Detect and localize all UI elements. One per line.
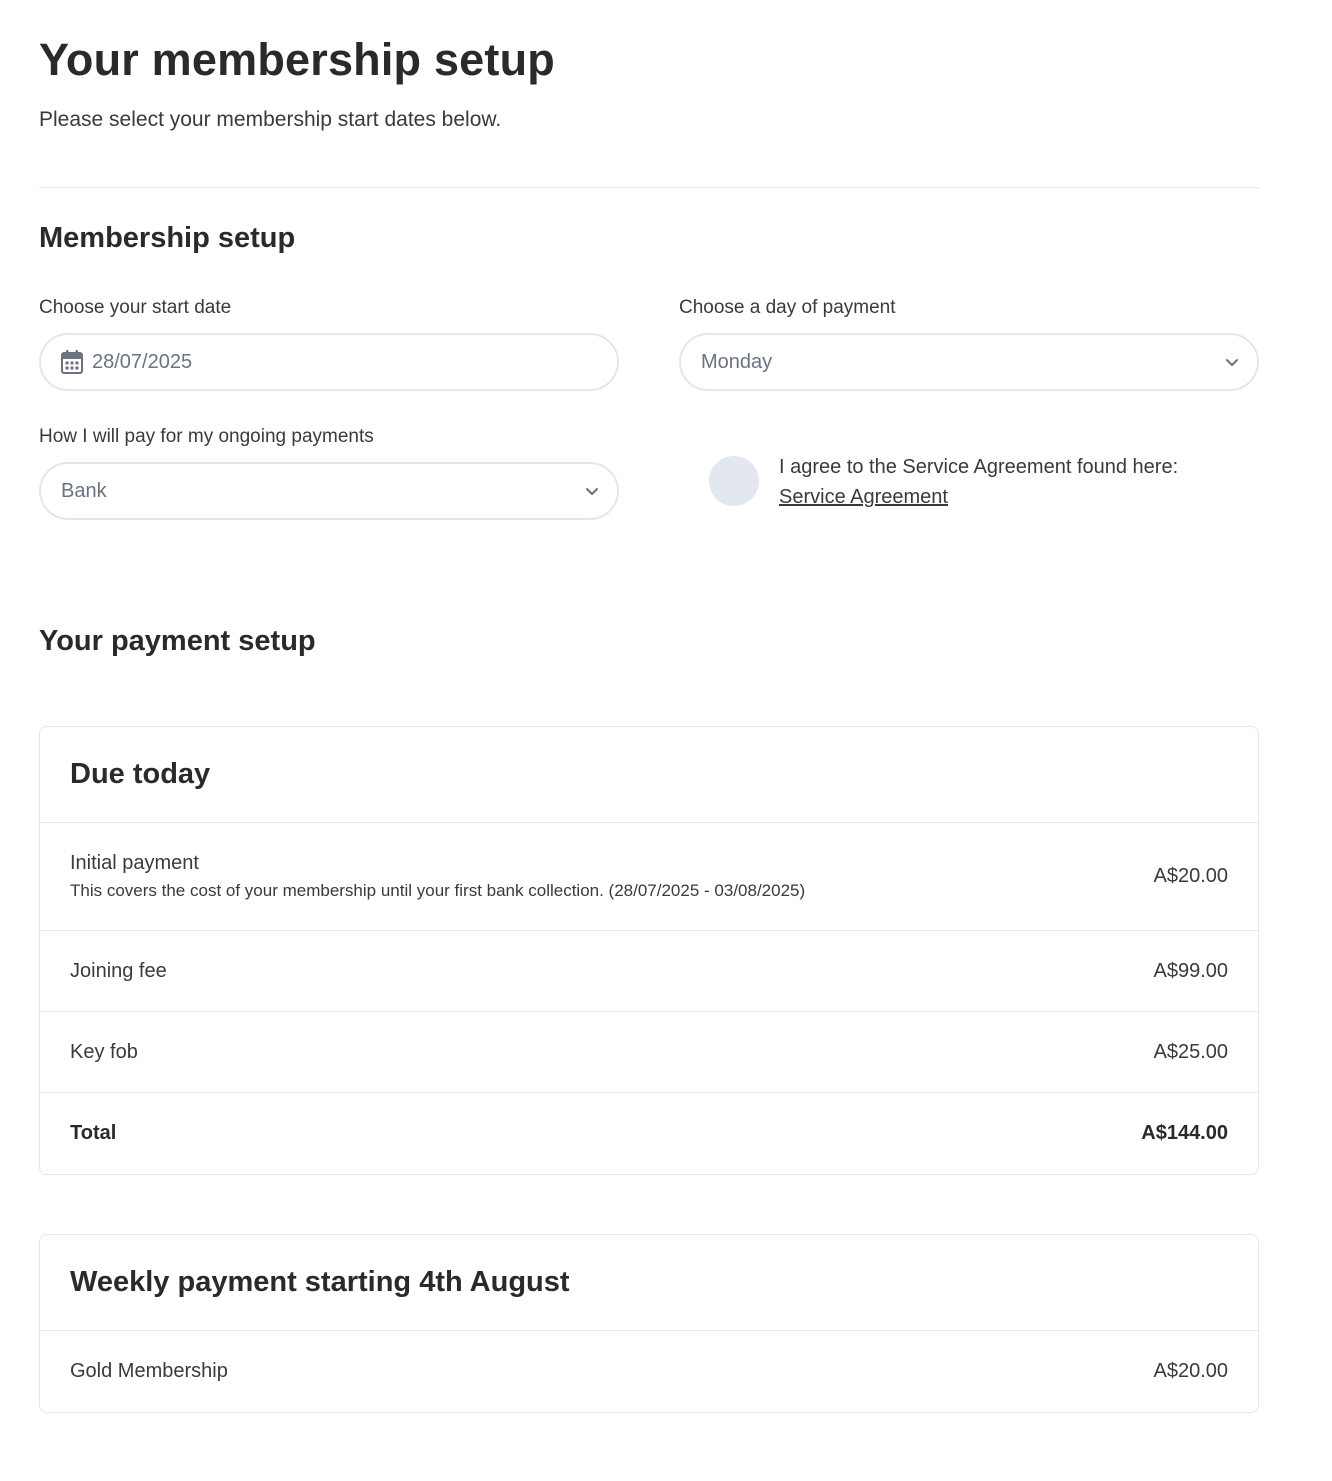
agreement-text: I agree to the Service Agreement found h… [779, 456, 1179, 478]
page-title: Your membership setup [39, 34, 555, 85]
weekly-payment-card: Weekly payment starting 4th August Gold … [39, 1234, 1259, 1413]
agreement-text-block: I agree to the Service Agreement found h… [779, 452, 1178, 512]
divider [39, 187, 1259, 188]
line-item-amount: A$20.00 [1153, 865, 1228, 887]
membership-setup-heading: Membership setup [39, 222, 296, 254]
line-item-label: Key fob [70, 1040, 138, 1063]
line-item-initial-payment: Initial payment This covers the cost of … [40, 823, 1258, 931]
due-today-header: Due today [40, 727, 1258, 823]
agreement-toggle[interactable] [709, 456, 759, 506]
chevron-down-icon [585, 484, 599, 498]
line-item-joining-fee: Joining fee A$99.00 [40, 931, 1258, 1012]
line-item-label: Initial payment [70, 852, 199, 874]
service-agreement-link[interactable]: Service Agreement [779, 482, 948, 512]
total-row: Total A$144.00 [40, 1093, 1258, 1174]
total-amount: A$144.00 [1141, 1122, 1228, 1144]
payment-day-label: Choose a day of payment [679, 297, 896, 318]
line-item-key-fob: Key fob A$25.00 [40, 1012, 1258, 1093]
chevron-down-icon [1225, 355, 1239, 369]
due-today-title: Due today [70, 758, 211, 790]
start-date-label: Choose your start date [39, 297, 232, 318]
payment-method-value: Bank [61, 479, 107, 502]
line-item-amount: A$25.00 [1153, 1040, 1228, 1063]
payment-method-select[interactable]: Bank [39, 462, 619, 520]
service-agreement: I agree to the Service Agreement found h… [709, 456, 1178, 512]
page-subtitle: Please select your membership start date… [39, 108, 502, 131]
total-label: Total [70, 1122, 117, 1144]
start-date-input[interactable]: 28/07/2025 [39, 333, 619, 391]
due-today-card: Due today Initial payment This covers th… [39, 726, 1259, 1175]
line-item-label: Gold Membership [70, 1360, 228, 1382]
line-item-amount: A$20.00 [1153, 1360, 1228, 1382]
payment-method-label: How I will pay for my ongoing payments [39, 426, 374, 447]
payment-setup-heading: Your payment setup [39, 625, 316, 657]
line-item-gold-membership: Gold Membership A$20.00 [40, 1331, 1258, 1412]
weekly-payment-title: Weekly payment starting 4th August [70, 1266, 570, 1298]
calendar-icon [61, 350, 83, 374]
start-date-value: 28/07/2025 [92, 350, 193, 373]
line-item-label: Joining fee [70, 959, 167, 982]
payment-day-value: Monday [701, 350, 773, 373]
payment-day-select[interactable]: Monday [679, 333, 1259, 391]
line-item-amount: A$99.00 [1153, 959, 1228, 982]
line-item-description: This covers the cost of your membership … [70, 881, 806, 900]
weekly-payment-header: Weekly payment starting 4th August [40, 1235, 1258, 1331]
